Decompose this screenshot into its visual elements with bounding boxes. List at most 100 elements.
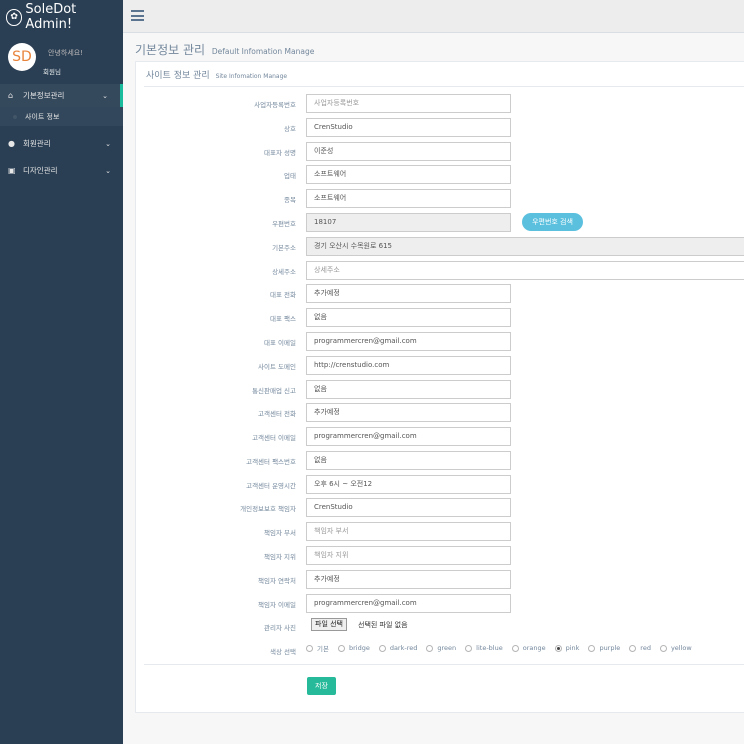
file-status: 선택된 파일 없음 — [358, 621, 408, 629]
color-radio-yellow[interactable]: yellow — [659, 644, 692, 652]
image-icon: ▣ — [8, 166, 16, 175]
main-content: 기본정보 관리 Default Infomation Manage 사이트 정보… — [123, 33, 744, 744]
chevron-down-icon: ⌄ — [105, 166, 111, 175]
text-field[interactable]: 소프트웨어 — [306, 165, 511, 184]
text-field[interactable]: 추가예정 — [306, 403, 511, 422]
sidebar-item-members[interactable]: ● 회원관리 ⌄ — [0, 132, 123, 155]
form-row: 대표 전화 추가예정 — [136, 284, 744, 303]
form-row: 기본주소 경기 오산시 수목원로 615 — [136, 237, 744, 256]
radio-label: bridge — [348, 644, 370, 652]
form-row: 책임자 지위 책임자 지위 — [136, 546, 744, 565]
zip-search-button[interactable]: 우편번호 검색 — [522, 213, 583, 231]
text-field[interactable]: 추가예정 — [306, 284, 511, 303]
brand[interactable]: ✿ SoleDot Admin! — [0, 0, 123, 34]
text-field[interactable]: 책임자 지위 — [306, 546, 511, 565]
radio-dot[interactable] — [554, 644, 562, 652]
text-field[interactable]: 이준성 — [306, 142, 511, 161]
panel-title: 사이트 정보 관리 Site Infomation Manage — [146, 68, 287, 81]
text-field[interactable]: 18107 — [306, 213, 511, 232]
radio-dot[interactable] — [337, 644, 345, 652]
text-field[interactable]: 사업자등록번호 — [306, 94, 511, 113]
field-label: 책임자 이메일 — [258, 601, 296, 609]
radio-dot[interactable] — [629, 644, 637, 652]
form-row: 사이트 도메인 http://crenstudio.com — [136, 356, 744, 375]
paw-icon: ✿ — [6, 8, 23, 26]
form-row: 우편번호 18107 우편번호 검색 — [136, 213, 744, 232]
field-label: 사이트 도메인 — [258, 363, 296, 371]
divider — [144, 86, 744, 87]
field-label: 우편번호 — [272, 220, 296, 228]
color-radio-red[interactable]: red — [629, 644, 651, 652]
save-button[interactable]: 저장 — [307, 677, 336, 695]
radio-dot[interactable] — [659, 644, 667, 652]
panel-subtitle: Site Infomation Manage — [215, 73, 288, 80]
user-icon: ● — [8, 139, 15, 148]
color-radio-dark-red[interactable]: dark-red — [378, 644, 418, 652]
greeting: 안녕하세요! — [48, 49, 84, 57]
radio-dot[interactable] — [426, 644, 434, 652]
radio-label: pink — [565, 644, 580, 652]
sidebar-item-label: 디자인관리 — [23, 166, 58, 175]
radio-label: dark-red — [389, 644, 418, 652]
text-field[interactable]: 소프트웨어 — [306, 189, 511, 208]
menu-toggle-icon[interactable] — [131, 10, 144, 21]
form-row: 사업자등록번호 사업자등록번호 — [136, 94, 744, 113]
color-radio-bridge[interactable]: bridge — [337, 644, 370, 652]
form-row: 대표 팩스 없음 — [136, 308, 744, 327]
field-label: 책임자 연락처 — [258, 577, 296, 585]
text-field[interactable]: 없음 — [306, 380, 511, 399]
color-radio-기본[interactable]: 기본 — [306, 643, 329, 653]
radio-label: yellow — [670, 644, 692, 652]
field-label: 종목 — [284, 196, 296, 204]
field-label: 대표 이메일 — [264, 339, 296, 347]
text-field[interactable]: CrenStudio — [306, 498, 511, 517]
radio-label: purple — [599, 644, 621, 652]
text-field[interactable]: programmercren@gmail.com — [306, 594, 511, 613]
sidebar-subitem-site-info[interactable]: 사이트 정보 — [0, 107, 123, 126]
brand-title: SoleDot Admin! — [25, 2, 77, 32]
text-field[interactable]: programmercren@gmail.com — [306, 332, 511, 351]
color-radio-purple[interactable]: purple — [588, 644, 620, 652]
radio-dot[interactable] — [306, 644, 313, 652]
radio-dot[interactable] — [378, 644, 386, 652]
color-radio-group: 기본 bridge dark-red green lite-blue orange pink… — [306, 643, 701, 653]
text-field[interactable]: 상세주소 — [306, 261, 744, 280]
page-title: 기본정보 관리 Default Infomation Manage — [135, 41, 314, 58]
form-row: 책임자 연락처 추가예정 — [136, 570, 744, 589]
text-field[interactable]: 오후 6시 ~ 오전12 — [306, 475, 511, 494]
field-label: 관리자 사진 — [264, 624, 296, 632]
form-row: 책임자 부서 책임자 부서 — [136, 522, 744, 541]
text-field[interactable]: programmercren@gmail.com — [306, 427, 511, 446]
text-field[interactable]: http://crenstudio.com — [306, 356, 511, 375]
sidebar-item-basic-info[interactable]: ⌂ 기본정보관리 ⌄ — [0, 84, 123, 107]
admin-photo-row: 관리자 사진 파일 선택 선택된 파일 없음 — [136, 617, 744, 636]
chevron-down-icon: ⌄ — [105, 139, 111, 148]
text-field[interactable]: 경기 오산시 수목원로 615 — [306, 237, 744, 256]
text-field[interactable]: 없음 — [306, 308, 511, 327]
radio-dot[interactable] — [511, 644, 519, 652]
color-radio-orange[interactable]: orange — [511, 644, 546, 652]
profile: SD 안녕하세요! 회원님 — [0, 40, 123, 84]
form-row: 상호 CrenStudio — [136, 118, 744, 137]
radio-label: 기본 — [317, 645, 329, 653]
field-label: 책임자 부서 — [264, 529, 296, 537]
color-radio-lite-blue[interactable]: lite-blue — [465, 644, 503, 652]
file-select-button[interactable]: 파일 선택 — [311, 618, 347, 631]
color-radio-green[interactable]: green — [426, 644, 456, 652]
field-label: 고객센터 전화 — [258, 410, 296, 418]
radio-dot[interactable] — [465, 644, 473, 652]
radio-label: red — [640, 644, 651, 652]
radio-dot[interactable] — [588, 644, 596, 652]
form-row: 고객센터 전화 추가예정 — [136, 403, 744, 422]
color-radio-pink[interactable]: pink — [554, 644, 580, 652]
text-field[interactable]: 추가예정 — [306, 570, 511, 589]
text-field[interactable]: 책임자 부서 — [306, 522, 511, 541]
sidebar-item-design[interactable]: ▣ 디자인관리 ⌄ — [0, 159, 123, 182]
form-row: 고객센터 팩스번호 없음 — [136, 451, 744, 470]
page-subtitle: Default Infomation Manage — [211, 47, 315, 56]
form-row: 고객센터 이메일 programmercren@gmail.com — [136, 427, 744, 446]
field-label: 대표 팩스 — [270, 315, 296, 323]
text-field[interactable]: CrenStudio — [306, 118, 511, 137]
text-field[interactable]: 없음 — [306, 451, 511, 470]
avatar: SD — [8, 43, 36, 71]
